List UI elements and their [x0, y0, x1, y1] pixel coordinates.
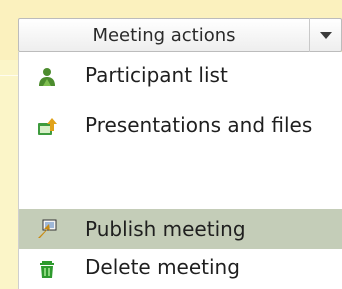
- chevron-down-icon[interactable]: [310, 31, 341, 39]
- meeting-actions-label: Meeting actions: [92, 24, 236, 46]
- participants-icon: [39, 68, 55, 86]
- trash-icon: [40, 261, 54, 278]
- menu-item-participant-list[interactable]: Participant list: [19, 62, 342, 94]
- menu-item-presentations-and-files[interactable]: Presentations and files: [19, 112, 342, 174]
- meeting-actions-dropdown[interactable]: Meeting actions: [18, 18, 342, 52]
- presentations-upload-icon: [38, 118, 57, 135]
- menu-item-label: Presentations and files: [85, 113, 313, 137]
- menu-item-label: Participant list: [85, 63, 228, 87]
- divider: [0, 75, 18, 76]
- menu-item-publish-meeting[interactable]: Publish meeting: [19, 209, 342, 249]
- menu-item-label: Publish meeting: [85, 216, 246, 241]
- menu-item-delete-meeting[interactable]: Delete meeting: [19, 254, 342, 289]
- menu-item-label: Delete meeting: [85, 255, 240, 279]
- publish-icon: [38, 219, 57, 238]
- meeting-actions-menu: Participant list Presentations and files…: [18, 52, 342, 289]
